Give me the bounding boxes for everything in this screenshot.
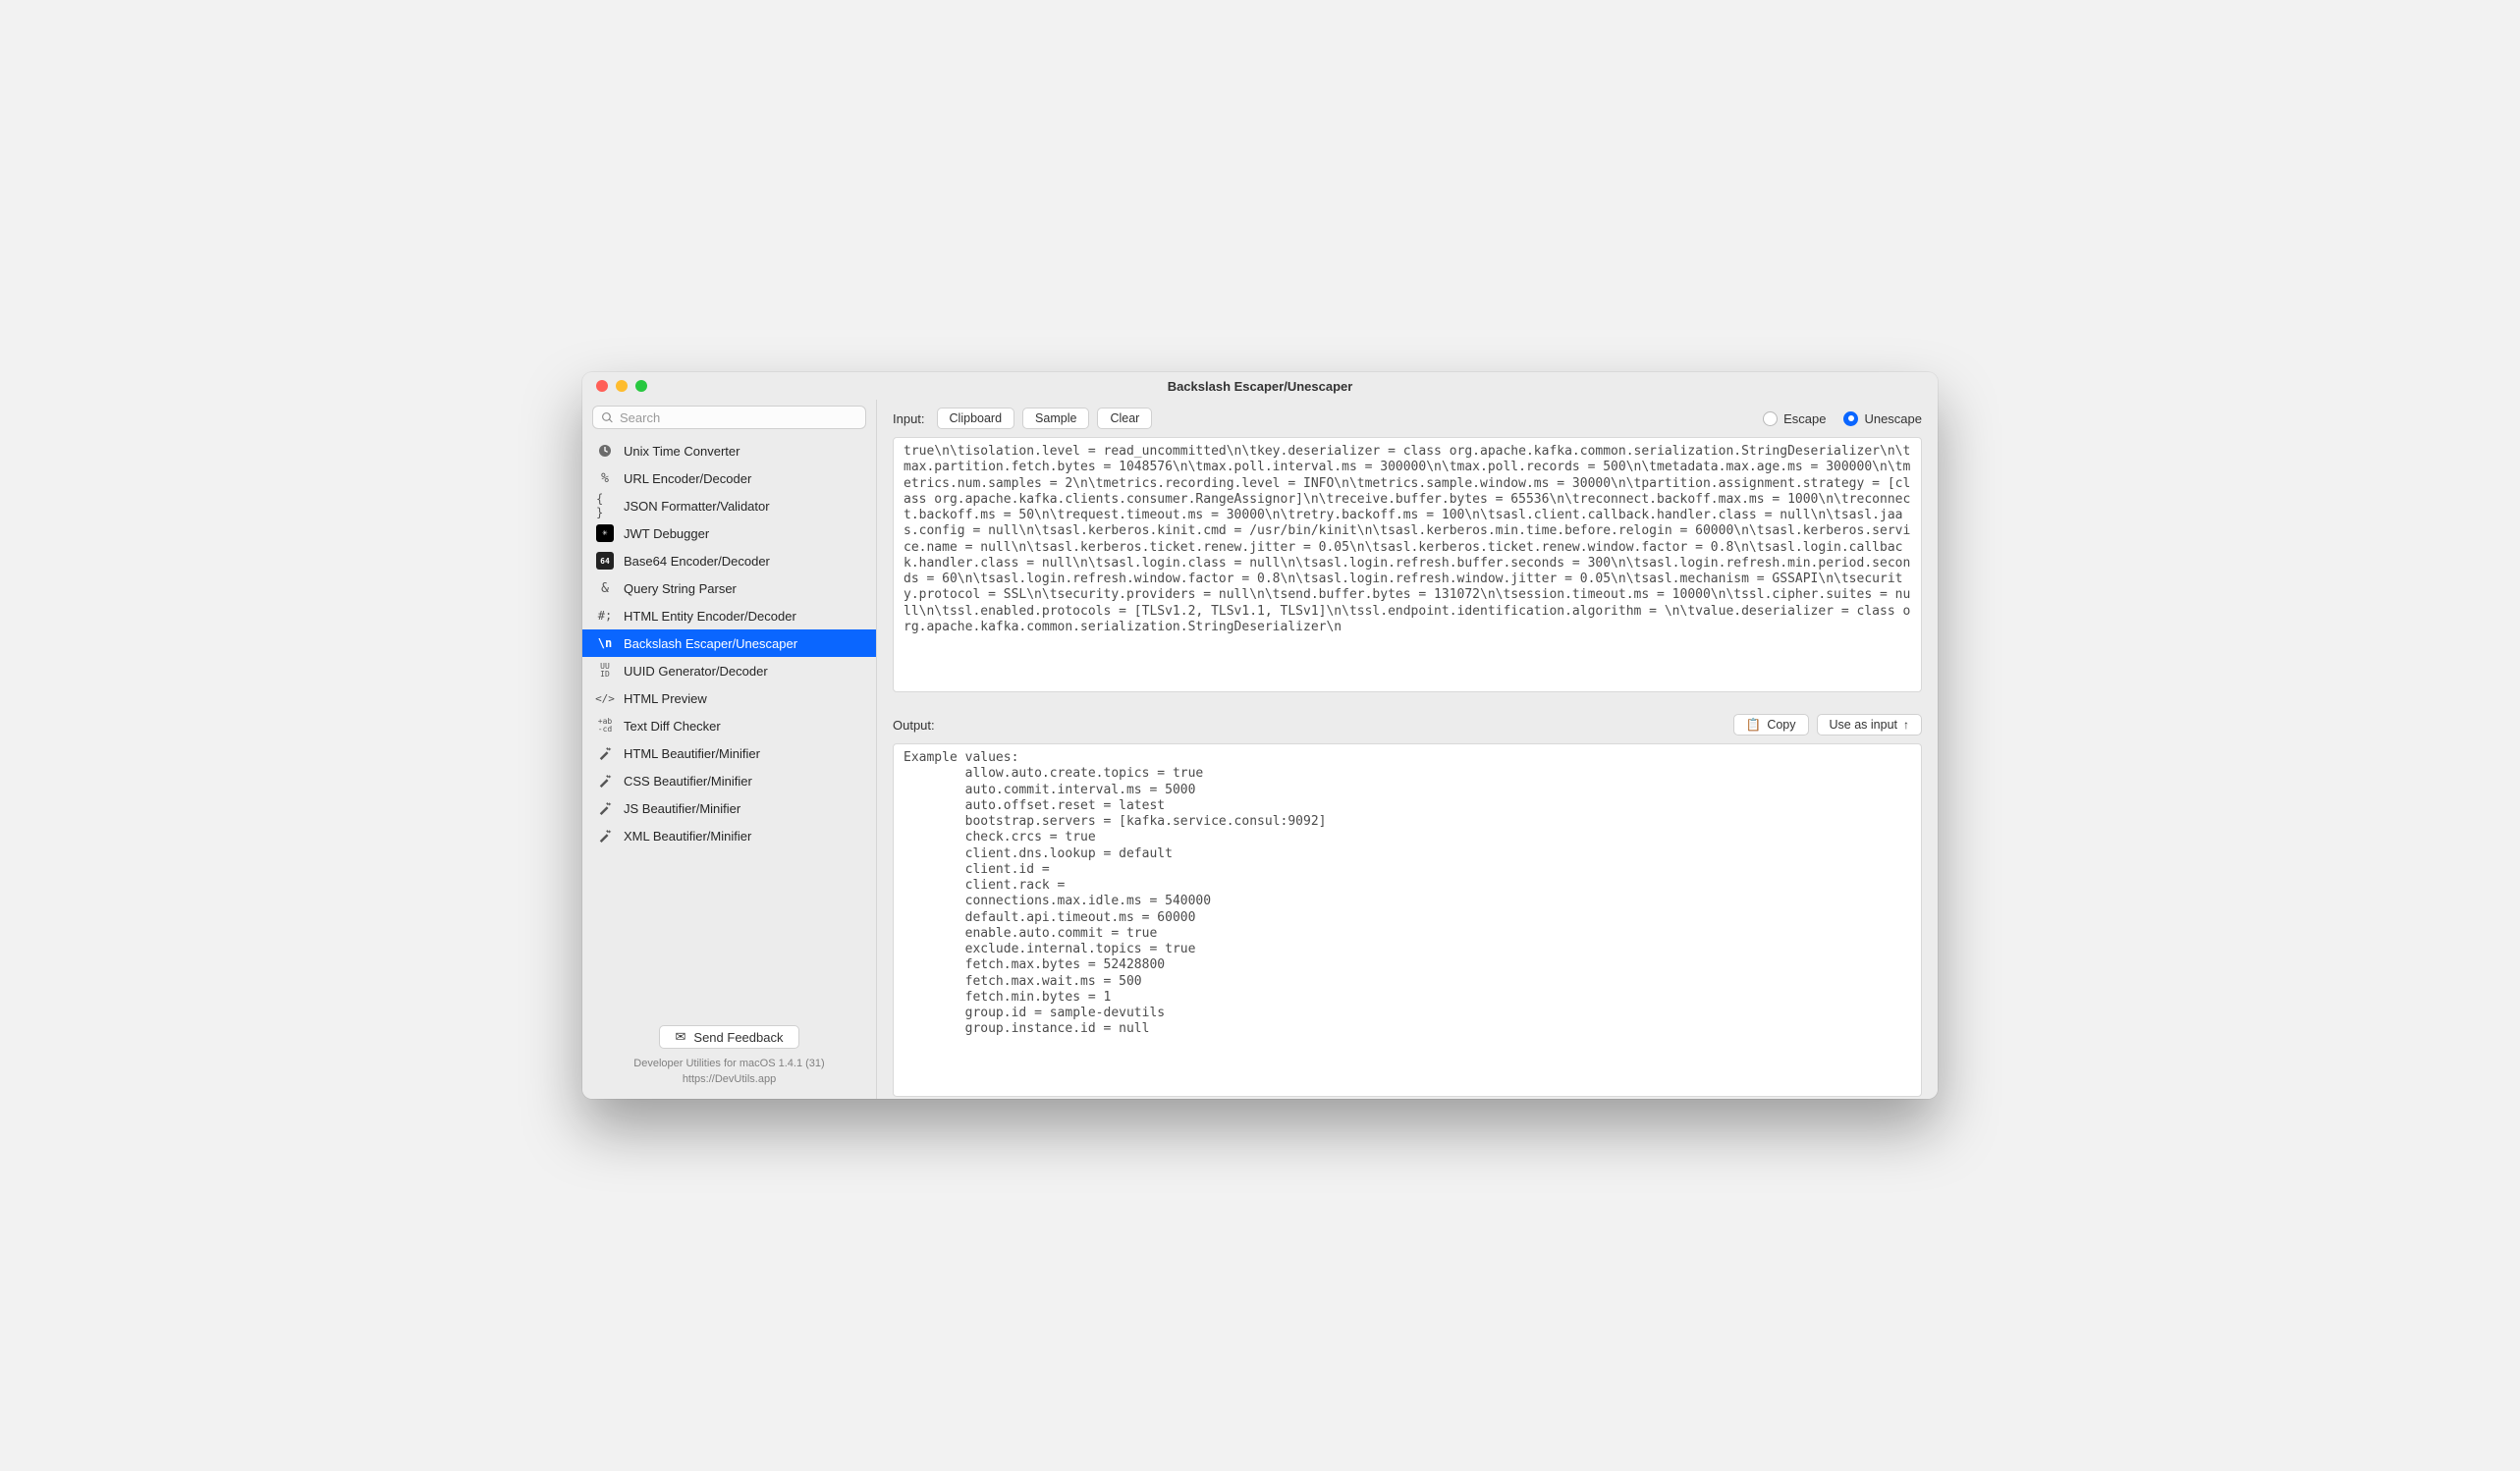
sidebar-item-query-string-parser[interactable]: &Query String Parser: [582, 574, 876, 602]
bsn-icon: \n: [596, 634, 614, 652]
amp-icon: &: [596, 579, 614, 597]
clear-button[interactable]: Clear: [1097, 408, 1152, 429]
use-as-input-button[interactable]: Use as input ↑: [1817, 714, 1922, 736]
arrow-up-icon: ↑: [1903, 718, 1909, 732]
sidebar-item-html-beautifier-minifier[interactable]: HTML Beautifier/Minifier: [582, 739, 876, 767]
unescape-radio-label: Unescape: [1864, 411, 1922, 426]
sidebar-item-uuid-generator-decoder[interactable]: UUID UUID Generator/Decoder: [582, 657, 876, 684]
sidebar-item-css-beautifier-minifier[interactable]: CSS Beautifier/Minifier: [582, 767, 876, 794]
sidebar-item-backslash-escaper-unescaper[interactable]: \n Backslash Escaper/Unescaper: [582, 629, 876, 657]
wand-icon: [596, 799, 614, 817]
escape-radio-label: Escape: [1783, 411, 1826, 426]
sidebar-item-xml-beautifier-minifier[interactable]: XML Beautifier/Minifier: [582, 822, 876, 849]
wand-icon: [596, 744, 614, 762]
main-panel: Input: Clipboard Sample Clear Escape Une…: [877, 400, 1938, 1099]
window-title: Backslash Escaper/Unescaper: [582, 379, 1938, 394]
sidebar-item-label: URL Encoder/Decoder: [624, 471, 751, 486]
percent-icon: %: [596, 469, 614, 487]
braces-icon: { }: [596, 497, 614, 515]
escape-radio[interactable]: Escape: [1763, 411, 1826, 426]
sidebar-item-html-preview[interactable]: </> HTML Preview: [582, 684, 876, 712]
jwt-icon: ✳: [596, 524, 614, 542]
sidebar-item-text-diff-checker[interactable]: +ab-cd Text Diff Checker: [582, 712, 876, 739]
sample-button[interactable]: Sample: [1022, 408, 1089, 429]
search-input-wrap[interactable]: [592, 406, 866, 429]
clock-icon: [596, 442, 614, 460]
sidebar-item-jwt-debugger[interactable]: ✳ JWT Debugger: [582, 519, 876, 547]
sidebar-item-label: XML Beautifier/Minifier: [624, 829, 751, 844]
input-textarea-wrap: true\n\tisolation.level = read_uncommitt…: [893, 437, 1922, 692]
titlebar: Backslash Escaper/Unescaper: [582, 372, 1938, 400]
send-feedback-label: Send Feedback: [693, 1030, 783, 1045]
input-label: Input:: [893, 411, 925, 426]
code-icon: </>: [596, 689, 614, 707]
sidebar-item-json-formatter-validator[interactable]: { } JSON Formatter/Validator: [582, 492, 876, 519]
wand-icon: [596, 827, 614, 844]
diff-icon: +ab-cd: [596, 717, 614, 735]
sidebar-item-base64-encoder-decoder[interactable]: 64 Base64 Encoder/Decoder: [582, 547, 876, 574]
sidebar-item-url-encoder-decoder[interactable]: % URL Encoder/Decoder: [582, 464, 876, 492]
app-window: Backslash Escaper/Unescaper Unix Time Co…: [582, 372, 1938, 1099]
footer-version: Developer Utilities for macOS 1.4.1 (31): [596, 1057, 862, 1071]
output-textarea-wrap: Example values: allow.auto.create.topics…: [893, 743, 1922, 1097]
sidebar-item-label: HTML Preview: [624, 691, 707, 706]
output-header: Output: 📋 Copy Use as input ↑: [877, 706, 1938, 743]
hash-icon: #;: [596, 607, 614, 625]
b64-icon: 64: [596, 552, 614, 570]
minimize-window-button[interactable]: [616, 380, 628, 392]
unescape-radio[interactable]: Unescape: [1843, 411, 1922, 426]
mail-icon: ✉: [676, 1029, 686, 1045]
clipboard-icon: 📋: [1746, 718, 1762, 733]
radio-dot-icon: [1843, 411, 1858, 426]
sidebar-item-unix-time-converter[interactable]: Unix Time Converter: [582, 437, 876, 464]
copy-button[interactable]: 📋 Copy: [1733, 714, 1809, 736]
radio-dot-icon: [1763, 411, 1778, 426]
wand-icon: [596, 772, 614, 790]
input-textarea[interactable]: true\n\tisolation.level = read_uncommitt…: [894, 438, 1921, 691]
uuid-icon: UUID: [596, 662, 614, 680]
copy-button-label: Copy: [1767, 718, 1795, 732]
sidebar-item-html-entity-encoder-decoder[interactable]: #; HTML Entity Encoder/Decoder: [582, 602, 876, 629]
sidebar-item-label: JWT Debugger: [624, 526, 709, 541]
traffic-lights: [582, 380, 647, 392]
clipboard-button[interactable]: Clipboard: [937, 408, 1015, 429]
close-window-button[interactable]: [596, 380, 608, 392]
sidebar-footer: ✉ Send Feedback Developer Utilities for …: [582, 1015, 876, 1099]
sidebar-item-label: JSON Formatter/Validator: [624, 499, 770, 514]
use-as-input-label: Use as input: [1830, 718, 1897, 732]
sidebar-item-label: Text Diff Checker: [624, 719, 721, 734]
sidebar-item-label: Base64 Encoder/Decoder: [624, 554, 770, 569]
input-header: Input: Clipboard Sample Clear Escape Une…: [877, 400, 1938, 437]
output-label: Output:: [893, 718, 935, 733]
footer-text: Developer Utilities for macOS 1.4.1 (31)…: [596, 1057, 862, 1087]
sidebar-item-label: CSS Beautifier/Minifier: [624, 774, 752, 789]
sidebar-item-label: HTML Beautifier/Minifier: [624, 746, 760, 761]
search-icon: [601, 411, 614, 424]
mode-radio-group: Escape Unescape: [1763, 411, 1922, 426]
search-input[interactable]: [620, 410, 857, 425]
sidebar-item-label: JS Beautifier/Minifier: [624, 801, 740, 816]
output-textarea[interactable]: Example values: allow.auto.create.topics…: [894, 744, 1921, 1096]
tool-list: Unix Time Converter% URL Encoder/Decoder {…: [582, 435, 876, 1015]
sidebar-item-label: HTML Entity Encoder/Decoder: [624, 609, 796, 624]
sidebar-item-label: Backslash Escaper/Unescaper: [624, 636, 797, 651]
footer-url: https://DevUtils.app: [596, 1072, 862, 1087]
sidebar-item-label: UUID Generator/Decoder: [624, 664, 768, 679]
sidebar: Unix Time Converter% URL Encoder/Decoder {…: [582, 400, 877, 1099]
sidebar-item-label: Query String Parser: [624, 581, 737, 596]
zoom-window-button[interactable]: [635, 380, 647, 392]
send-feedback-button[interactable]: ✉ Send Feedback: [659, 1025, 800, 1049]
sidebar-item-js-beautifier-minifier[interactable]: JS Beautifier/Minifier: [582, 794, 876, 822]
sidebar-item-label: Unix Time Converter: [624, 444, 740, 459]
